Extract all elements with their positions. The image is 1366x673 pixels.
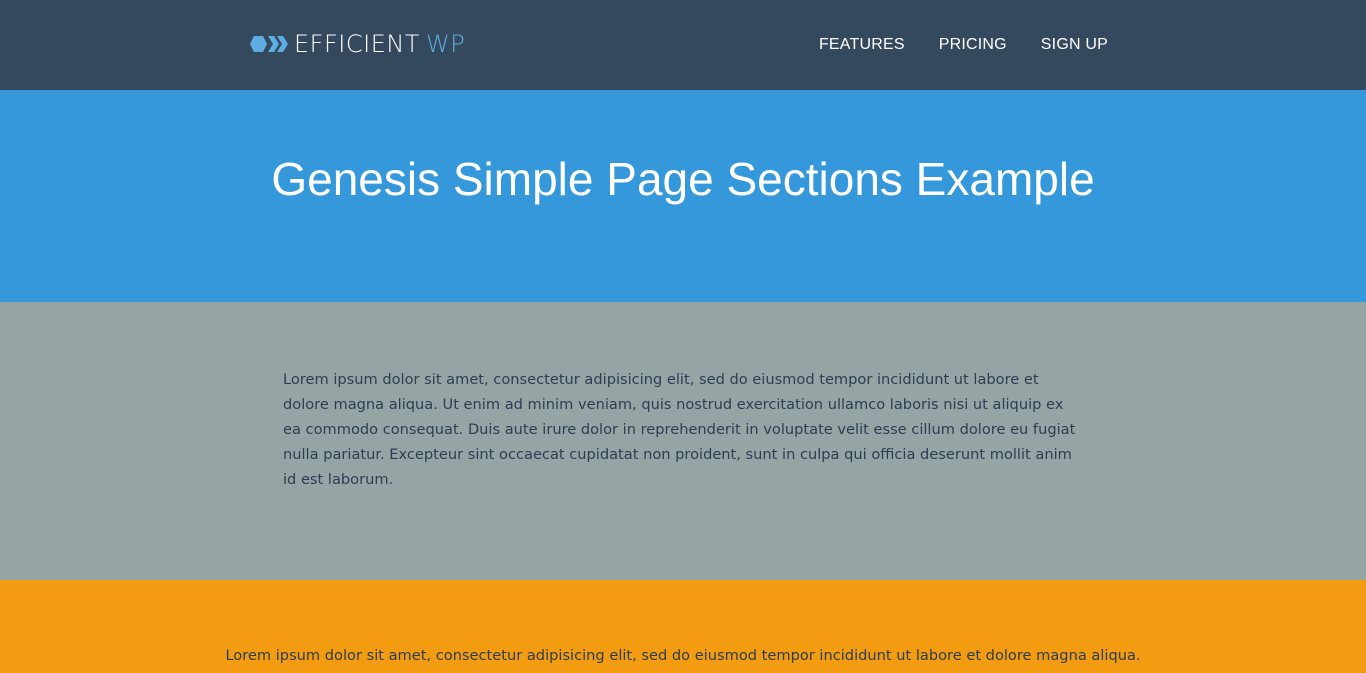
nav-item-pricing[interactable]: PRICING xyxy=(939,36,1007,54)
site-logo[interactable]: EFFICIENT WP xyxy=(246,27,465,61)
gray-section-paragraph: Lorem ipsum dolor sit amet, consectetur … xyxy=(283,371,1076,488)
orange-content-section: Lorem ipsum dolor sit amet, consectetur … xyxy=(0,580,1366,673)
hexagon-chevrons-icon xyxy=(250,36,288,52)
nav-item-sign-up[interactable]: SIGN UP xyxy=(1041,36,1108,54)
page-title: Genesis Simple Page Sections Example xyxy=(271,153,1095,205)
nav-item-features[interactable]: FEATURES xyxy=(819,36,905,54)
gray-content-section: Lorem ipsum dolor sit amet, consectetur … xyxy=(0,302,1366,580)
orange-section-paragraph: Lorem ipsum dolor sit amet, consectetur … xyxy=(225,647,1141,664)
logo-word-efficient: EFFICIENT xyxy=(294,30,420,58)
hero-section: Genesis Simple Page Sections Example xyxy=(0,90,1366,302)
main-nav: FEATURES PRICING SIGN UP xyxy=(785,0,1108,90)
logo-word-wp: WP xyxy=(425,30,466,58)
site-header: EFFICIENT WP FEATURES PRICING SIGN UP xyxy=(0,0,1366,90)
